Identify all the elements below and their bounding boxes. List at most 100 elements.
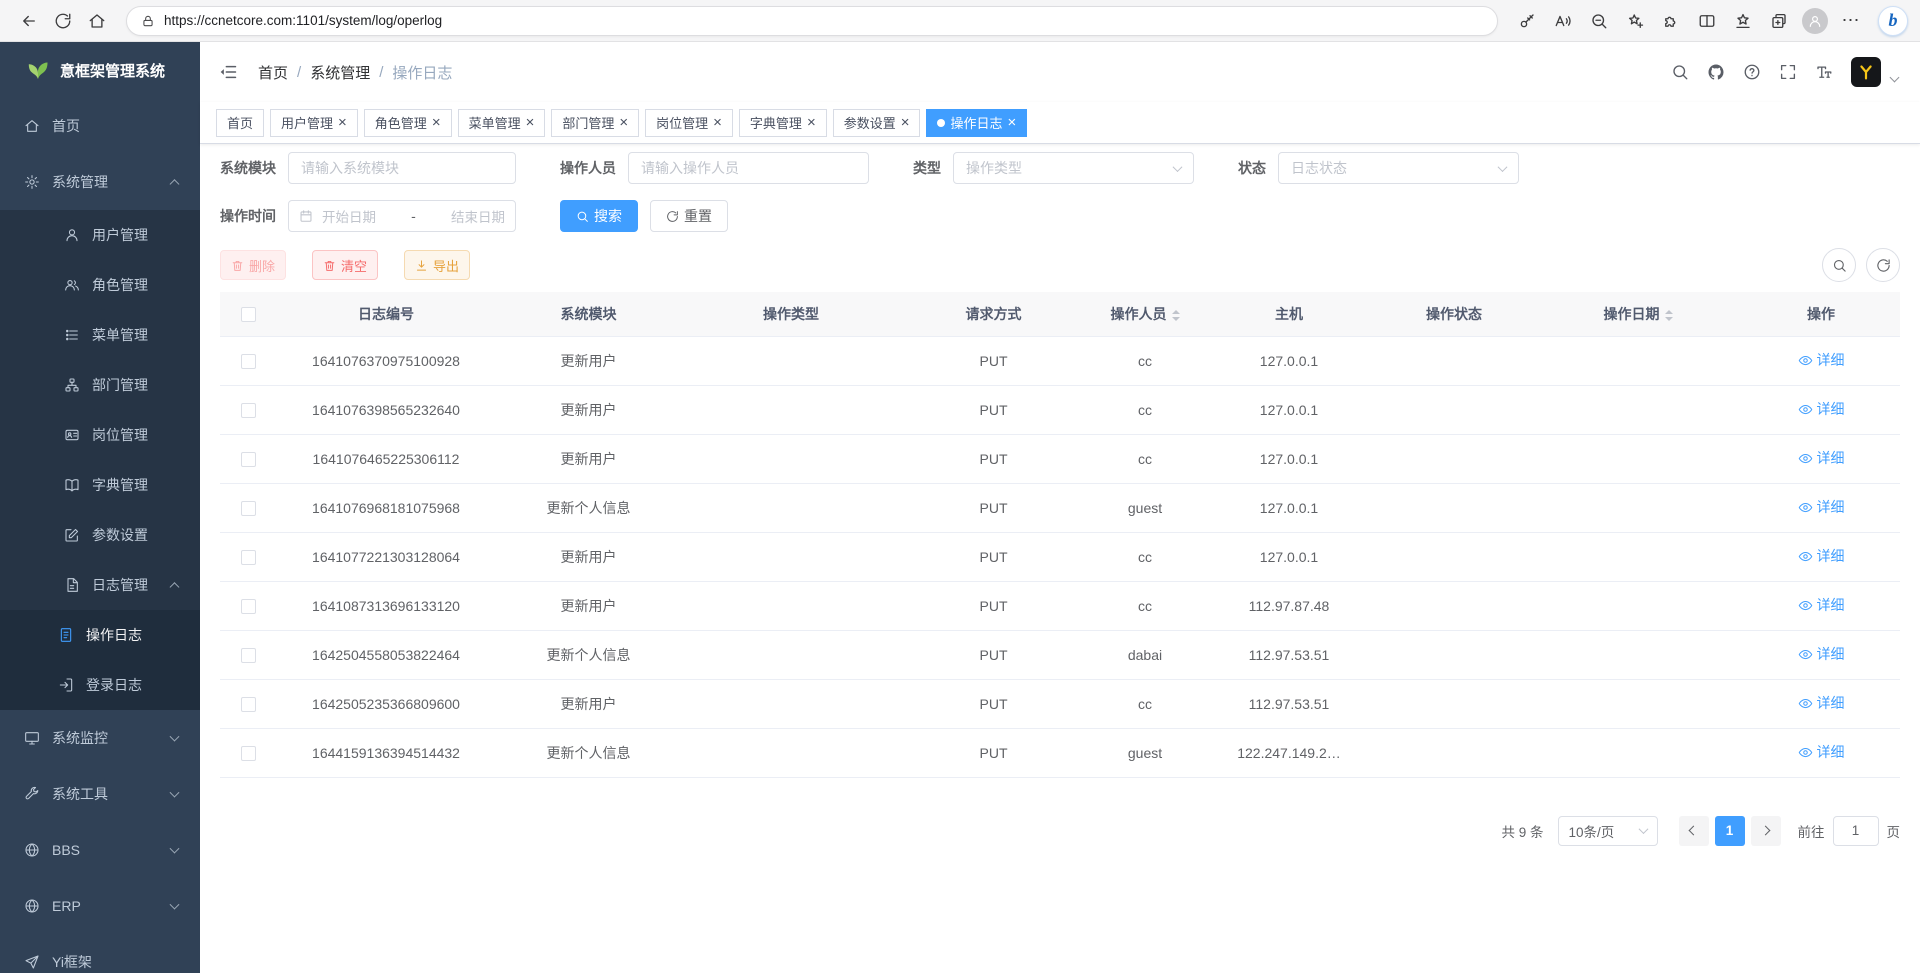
detail-link[interactable]: 详细: [1798, 742, 1845, 762]
tab-post-management[interactable]: 岗位管理×: [645, 109, 733, 137]
search-button[interactable]: 搜索: [560, 200, 638, 232]
row-checkbox[interactable]: [241, 501, 256, 516]
browser-refresh-button[interactable]: [46, 4, 80, 38]
sort-icons[interactable]: [1172, 310, 1180, 321]
tab-close-icon[interactable]: ×: [901, 115, 910, 130]
toggle-search-button[interactable]: [1822, 248, 1856, 282]
add-favorite-button[interactable]: [1618, 4, 1652, 38]
sidebar-item-yi-framework[interactable]: Yi框架: [0, 934, 200, 973]
password-key-button[interactable]: [1510, 4, 1544, 38]
tab-close-icon[interactable]: ×: [619, 115, 628, 130]
sidebar-item-system-tools[interactable]: 系统工具: [0, 766, 200, 822]
col-operator-sortable[interactable]: 操作人员: [1086, 292, 1204, 336]
tab-param-settings[interactable]: 参数设置×: [833, 109, 921, 137]
row-checkbox[interactable]: [241, 697, 256, 712]
split-screen-button[interactable]: [1690, 4, 1724, 38]
status-select[interactable]: 日志状态: [1278, 152, 1519, 184]
zoom-button[interactable]: [1582, 4, 1616, 38]
sidebar-item-home[interactable]: 首页: [0, 98, 200, 154]
delete-button[interactable]: 删除: [220, 250, 286, 280]
row-checkbox[interactable]: [241, 746, 256, 761]
tab-close-icon[interactable]: ×: [713, 115, 722, 130]
tab-close-icon[interactable]: ×: [338, 115, 347, 130]
detail-link[interactable]: 详细: [1798, 644, 1845, 664]
bing-chat-icon[interactable]: b: [1878, 6, 1908, 36]
tab-close-icon[interactable]: ×: [1008, 115, 1017, 130]
sidebar-item-login-log[interactable]: 登录日志: [0, 660, 200, 710]
sidebar-item-role-management[interactable]: 角色管理: [0, 260, 200, 310]
sidebar-item-system-monitor[interactable]: 系统监控: [0, 710, 200, 766]
browser-back-button[interactable]: [12, 4, 46, 38]
sidebar-item-user-management[interactable]: 用户管理: [0, 210, 200, 260]
tab-close-icon[interactable]: ×: [807, 115, 816, 130]
detail-link[interactable]: 详细: [1798, 693, 1845, 713]
chevron-down-icon[interactable]: [1890, 72, 1900, 82]
sidebar-item-param-settings[interactable]: 参数设置: [0, 510, 200, 560]
tab-close-icon[interactable]: ×: [526, 115, 535, 130]
sidebar-toggle-button[interactable]: [200, 42, 256, 102]
operator-input[interactable]: [628, 152, 869, 184]
goto-page-input[interactable]: [1833, 816, 1879, 846]
row-checkbox[interactable]: [241, 648, 256, 663]
breadcrumb-home[interactable]: 首页: [258, 62, 288, 83]
date-range-picker[interactable]: 开始日期 - 结束日期: [288, 200, 516, 232]
extensions-button[interactable]: [1654, 4, 1688, 38]
tab-menu-management[interactable]: 菜单管理×: [458, 109, 546, 137]
tab-dict-management[interactable]: 字典管理×: [739, 109, 827, 137]
row-checkbox[interactable]: [241, 354, 256, 369]
type-select[interactable]: 操作类型: [953, 152, 1194, 184]
detail-link[interactable]: 详细: [1798, 350, 1845, 370]
sidebar-item-dict-management[interactable]: 字典管理: [0, 460, 200, 510]
favorites-button[interactable]: [1726, 4, 1760, 38]
help-button[interactable]: [1743, 63, 1761, 81]
sidebar-item-menu-management[interactable]: 菜单管理: [0, 310, 200, 360]
select-all-checkbox[interactable]: [241, 307, 256, 322]
tab-dept-management[interactable]: 部门管理×: [551, 109, 639, 137]
browser-profile-button[interactable]: [1798, 4, 1832, 38]
user-avatar[interactable]: [1851, 57, 1881, 87]
reset-button[interactable]: 重置: [650, 200, 728, 232]
tab-home[interactable]: 首页: [216, 109, 264, 137]
sidebar-item-log-management[interactable]: 日志管理: [0, 560, 200, 610]
browser-settings-button[interactable]: ⋯: [1834, 4, 1868, 38]
clear-button[interactable]: 清空: [312, 250, 378, 280]
browser-home-button[interactable]: [80, 4, 114, 38]
sidebar-item-post-management[interactable]: 岗位管理: [0, 410, 200, 460]
prev-page-button[interactable]: [1679, 816, 1709, 846]
col-date-sortable[interactable]: 操作日期: [1534, 292, 1742, 336]
next-page-button[interactable]: [1751, 816, 1781, 846]
detail-link[interactable]: 详细: [1798, 399, 1845, 419]
sidebar-item-system-management[interactable]: 系统管理: [0, 154, 200, 210]
detail-link[interactable]: 详细: [1798, 448, 1845, 468]
row-checkbox[interactable]: [241, 452, 256, 467]
fullscreen-button[interactable]: [1779, 63, 1797, 81]
detail-link[interactable]: 详细: [1798, 497, 1845, 517]
sidebar-item-erp[interactable]: ERP: [0, 878, 200, 934]
font-size-button[interactable]: [1815, 63, 1833, 81]
tab-role-management[interactable]: 角色管理×: [364, 109, 452, 137]
module-input[interactable]: [288, 152, 516, 184]
sidebar-item-bbs[interactable]: BBS: [0, 822, 200, 878]
tab-user-management[interactable]: 用户管理×: [270, 109, 358, 137]
select-all-header[interactable]: [220, 292, 276, 336]
row-checkbox[interactable]: [241, 599, 256, 614]
row-checkbox[interactable]: [241, 550, 256, 565]
header-search-button[interactable]: [1671, 63, 1689, 81]
sidebar-item-operation-log[interactable]: 操作日志: [0, 610, 200, 660]
tab-operation-log[interactable]: 操作日志×: [926, 109, 1027, 137]
refresh-table-button[interactable]: [1866, 248, 1900, 282]
sidebar-item-dept-management[interactable]: 部门管理: [0, 360, 200, 410]
address-bar[interactable]: https://ccnetcore.com:1101/system/log/op…: [126, 6, 1498, 36]
tab-close-icon[interactable]: ×: [432, 115, 441, 130]
detail-link[interactable]: 详细: [1798, 546, 1845, 566]
detail-link[interactable]: 详细: [1798, 595, 1845, 615]
sort-icons[interactable]: [1665, 310, 1673, 321]
read-aloud-button[interactable]: [1546, 4, 1580, 38]
export-button[interactable]: 导出: [404, 250, 470, 280]
page-size-select[interactable]: 10条/页: [1558, 816, 1658, 846]
breadcrumb-system-management[interactable]: 系统管理: [310, 62, 370, 83]
page-number-button[interactable]: 1: [1715, 816, 1745, 846]
github-link-button[interactable]: [1707, 63, 1725, 81]
collections-button[interactable]: [1762, 4, 1796, 38]
row-checkbox[interactable]: [241, 403, 256, 418]
